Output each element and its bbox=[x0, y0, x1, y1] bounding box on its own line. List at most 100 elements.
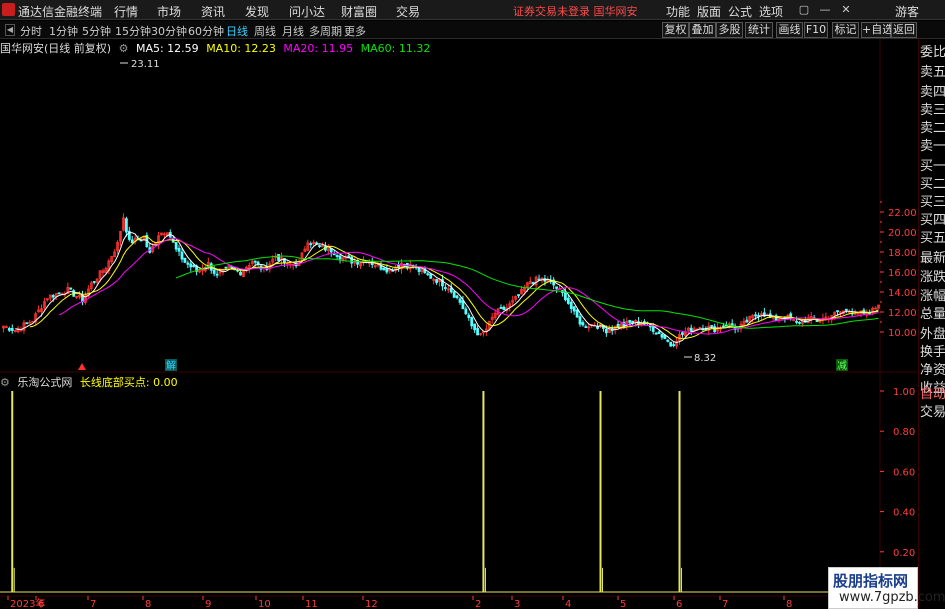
tab-15min[interactable]: 15分钟 bbox=[115, 23, 151, 39]
sidebar-item-volume[interactable]: 总量 bbox=[920, 305, 945, 325]
mark-button[interactable]: 标记 bbox=[832, 22, 859, 38]
dividend-marker-icon[interactable] bbox=[78, 363, 86, 370]
tab-1min[interactable]: 1分钟 bbox=[49, 23, 78, 39]
statistics-button[interactable]: 统计 bbox=[745, 22, 773, 38]
indicator-legend: ⚙ 乐淘公式网 长线底部买点: 0.00 bbox=[0, 374, 182, 389]
quote-sidebar: 委比 卖五 卖四 卖三 卖二 卖一 买一 买二 买三 买四 买五 最新 涨跌 涨… bbox=[918, 39, 945, 609]
candle-body bbox=[189, 263, 193, 268]
app-title: 通达信金融终端 bbox=[18, 5, 103, 19]
sidebar-item-bid1[interactable]: 买一 bbox=[920, 157, 945, 177]
tab-weekly[interactable]: 周线 bbox=[254, 23, 276, 39]
candle-body bbox=[754, 314, 758, 317]
chat-icon[interactable]: ▢ bbox=[797, 2, 811, 17]
menu-item-trade[interactable]: 交易 bbox=[396, 3, 420, 20]
tab-30min[interactable]: 30分钟 bbox=[151, 23, 187, 39]
candle-body bbox=[502, 306, 506, 311]
candle-body bbox=[689, 327, 693, 332]
multi-stock-button[interactable]: 多股 bbox=[716, 22, 743, 38]
sidebar-item-bid3[interactable]: 买三 bbox=[920, 193, 945, 213]
candle-body bbox=[581, 322, 585, 326]
indicator-tick-label: 1.00 bbox=[893, 387, 915, 398]
menu-item-formula[interactable]: 公式 bbox=[728, 3, 752, 20]
tab-multi-period[interactable]: 多周期 bbox=[309, 23, 342, 39]
indicator-tick-label: 0.40 bbox=[893, 508, 915, 519]
candle-body bbox=[610, 329, 614, 332]
login-warning: 证券交易未登录 国华网安 bbox=[513, 5, 638, 18]
indicator-value: 长线底部买点: 0.00 bbox=[79, 376, 178, 389]
candle-body bbox=[277, 254, 280, 262]
tab-daily[interactable]: 日线 bbox=[226, 23, 248, 39]
low-price-label: 8.32 bbox=[694, 353, 716, 364]
candle-body bbox=[318, 245, 321, 247]
sidebar-item-ask4[interactable]: 卖四 bbox=[920, 83, 945, 103]
menu-item-layout[interactable]: 版面 bbox=[697, 3, 721, 20]
sidebar-item-auto[interactable]: 自动 bbox=[920, 385, 945, 405]
indicator-name[interactable]: 乐淘公式网 bbox=[17, 376, 72, 389]
price-tick-label: 22.00 bbox=[888, 208, 917, 219]
menu-item-news[interactable]: 资讯 bbox=[201, 3, 225, 20]
menu-item-wealth[interactable]: 财富圈 bbox=[341, 3, 377, 20]
candle-body bbox=[572, 306, 576, 312]
sidebar-item-ask5[interactable]: 卖五 bbox=[920, 63, 945, 83]
draw-line-button[interactable]: 画线 bbox=[776, 22, 803, 38]
price-tick-label: 10.00 bbox=[888, 328, 917, 339]
tab-more[interactable]: 更多 bbox=[344, 23, 366, 39]
candle-body bbox=[464, 308, 468, 315]
chart-grid bbox=[0, 39, 918, 609]
menu-item-market[interactable]: 市场 bbox=[157, 3, 181, 20]
candle-body bbox=[713, 326, 717, 333]
candle-body bbox=[10, 327, 14, 331]
tab-60min[interactable]: 60分钟 bbox=[188, 23, 224, 39]
close-icon[interactable]: ✕ bbox=[839, 2, 853, 17]
candle-body bbox=[461, 300, 465, 310]
candle-body bbox=[397, 264, 400, 268]
candle-body bbox=[499, 307, 503, 309]
adjust-button[interactable]: 复权 bbox=[662, 22, 689, 38]
sidebar-item-change[interactable]: 涨跌 bbox=[920, 268, 945, 288]
sidebar-item-ask3[interactable]: 卖三 bbox=[920, 101, 945, 121]
sidebar-item-outer-volume[interactable]: 外盘 bbox=[920, 325, 945, 345]
sidebar-item-ask2[interactable]: 卖二 bbox=[920, 119, 945, 139]
candle-body bbox=[672, 344, 676, 346]
candle-body bbox=[575, 309, 579, 318]
sidebar-item-latest[interactable]: 最新 bbox=[920, 249, 945, 269]
overlay-button[interactable]: 叠加 bbox=[689, 22, 716, 38]
candle-body bbox=[130, 239, 134, 244]
sidebar-item-bid4[interactable]: 买四 bbox=[920, 211, 945, 231]
tab-monthly[interactable]: 月线 bbox=[282, 23, 304, 39]
menu-item-ask[interactable]: 问小达 bbox=[289, 3, 325, 20]
tab-5min[interactable]: 5分钟 bbox=[82, 23, 111, 39]
kline-chart[interactable]: 23.118.32解减 10.0012.0014.0016.0018.0020.… bbox=[0, 39, 918, 609]
sidebar-item-change-pct[interactable]: 涨幅 bbox=[920, 287, 945, 307]
menu-item-discover[interactable]: 发现 bbox=[245, 3, 269, 20]
guest-label[interactable]: 游客 bbox=[895, 3, 919, 20]
indicator-gear-icon[interactable]: ⚙ bbox=[0, 376, 10, 389]
ma20-label: MA20: 11.95 bbox=[283, 42, 354, 55]
tab-intraday[interactable]: 分时 bbox=[20, 23, 42, 39]
menu-item-quote[interactable]: 行情 bbox=[114, 3, 138, 20]
candle-body bbox=[51, 295, 55, 298]
candle-body bbox=[604, 328, 608, 334]
candle-body bbox=[651, 326, 655, 332]
back-button[interactable]: 返回 bbox=[891, 22, 917, 38]
settings-gear-icon[interactable]: ⚙ bbox=[119, 42, 129, 55]
candle-body bbox=[426, 273, 430, 276]
sidebar-item-trade[interactable]: 交易 bbox=[920, 403, 945, 423]
candle-body bbox=[435, 279, 439, 283]
sidebar-item-net-assets[interactable]: 净资 bbox=[920, 361, 945, 381]
collapse-arrow-icon[interactable]: ◀ bbox=[5, 24, 15, 36]
menu-item-options[interactable]: 选项 bbox=[759, 3, 783, 20]
candle-body bbox=[335, 254, 339, 257]
menu-item-function[interactable]: 功能 bbox=[666, 3, 690, 20]
indicator-tick-label: 0.60 bbox=[893, 467, 915, 478]
add-watchlist-button[interactable]: +自选 bbox=[861, 22, 893, 38]
candle-body bbox=[657, 331, 661, 334]
sidebar-item-turnover[interactable]: 换手 bbox=[920, 343, 945, 363]
sidebar-item-ask1[interactable]: 卖一 bbox=[920, 137, 945, 157]
minimize-icon[interactable]: — bbox=[818, 2, 832, 17]
sidebar-item-order-ratio[interactable]: 委比 bbox=[920, 43, 945, 63]
candle-body bbox=[124, 218, 128, 233]
sidebar-item-bid5[interactable]: 买五 bbox=[920, 229, 945, 249]
sidebar-item-bid2[interactable]: 买二 bbox=[920, 175, 945, 195]
f10-button[interactable]: F10 bbox=[804, 22, 828, 38]
